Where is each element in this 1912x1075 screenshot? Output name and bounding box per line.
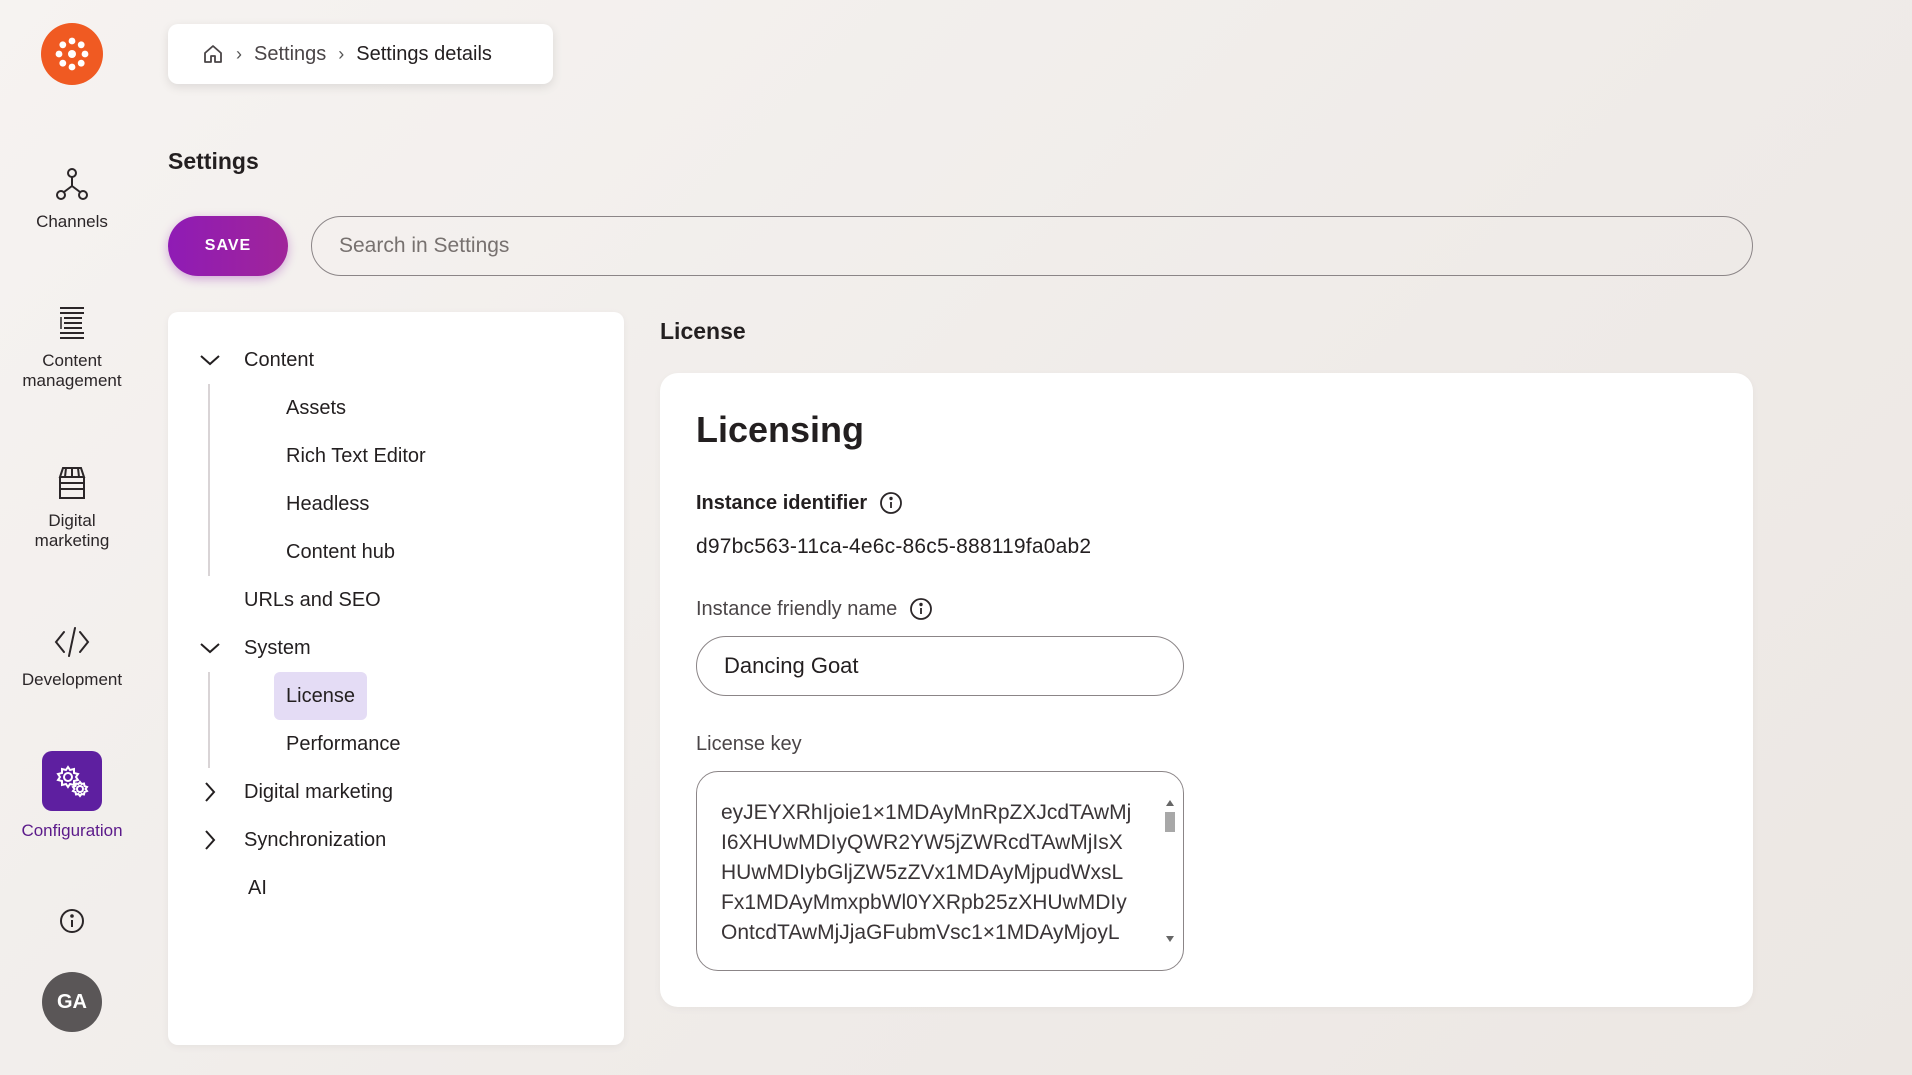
rail-item-configuration[interactable]: Configuration xyxy=(0,751,144,841)
section-title: License xyxy=(660,318,746,344)
rail-label-channels: Channels xyxy=(36,212,108,231)
chevron-right-icon xyxy=(198,828,222,852)
left-rail: Channels Content management Digital mark… xyxy=(0,0,144,1075)
page-title: Settings xyxy=(168,148,259,174)
tree-item-content-hub[interactable]: Content hub xyxy=(286,530,395,574)
chevron-right-icon xyxy=(198,780,222,804)
scroll-thumb[interactable] xyxy=(1165,812,1175,832)
chevron-right-icon: › xyxy=(338,43,345,64)
tree-item-assets[interactable]: Assets xyxy=(286,386,346,430)
instance-identifier-label-text: Instance identifier xyxy=(696,491,868,514)
info-icon[interactable] xyxy=(909,597,933,621)
card-title: Licensing xyxy=(696,409,865,450)
development-icon xyxy=(52,622,92,662)
breadcrumb: › Settings › Settings details xyxy=(168,24,553,84)
tree-label: Assets xyxy=(286,396,347,419)
search-input[interactable] xyxy=(311,216,1753,276)
settings-tree: Content Assets Rich Text Editor Headless… xyxy=(168,312,624,1045)
tree-item-rich-text-editor[interactable]: Rich Text Editor xyxy=(286,434,426,478)
rail-label-development: Development xyxy=(21,670,123,689)
rail-item-digital-marketing[interactable]: Digital marketing xyxy=(0,463,144,551)
scroll-down-icon[interactable] xyxy=(1166,936,1174,942)
info-icon[interactable] xyxy=(57,906,87,936)
licensing-card: Licensing Instance identifier d97bc563-1… xyxy=(660,373,1753,1007)
breadcrumb-item-current: Settings details xyxy=(356,42,492,65)
tree-item-urls-and-seo[interactable]: URLs and SEO xyxy=(244,578,381,622)
rail-label-digital-marketing: Digital marketing xyxy=(34,511,110,550)
tree-item-content[interactable]: Content xyxy=(198,338,314,382)
info-icon[interactable] xyxy=(879,491,903,515)
tree-item-synchronization[interactable]: Synchronization xyxy=(198,818,386,862)
content-management-icon xyxy=(52,303,92,343)
breadcrumb-item-settings[interactable]: Settings xyxy=(254,43,326,66)
rail-item-content-management[interactable]: Content management xyxy=(0,303,144,391)
home-icon[interactable] xyxy=(202,43,224,65)
tree-item-headless[interactable]: Headless xyxy=(286,482,369,526)
tree-label: Performance xyxy=(286,732,401,755)
tree-label: Content hub xyxy=(286,540,395,563)
tree-item-license[interactable]: License xyxy=(274,672,367,720)
tree-label: URLs and SEO xyxy=(244,588,381,611)
logo-mark-icon xyxy=(55,37,89,71)
tree-label: Digital marketing xyxy=(244,780,393,803)
kentico-logo[interactable] xyxy=(41,23,103,85)
channels-icon xyxy=(52,164,92,204)
license-key-value: eyJEYXRhIjoie1×1MDAyMnRpZXJcdTAwMj I6XHU… xyxy=(721,801,1132,944)
chevron-down-icon xyxy=(198,348,222,372)
tree-label: Content xyxy=(244,348,315,371)
license-key-label-text: License key xyxy=(696,733,802,755)
rail-item-development[interactable]: Development xyxy=(0,622,144,690)
tree-label: License xyxy=(286,684,355,707)
rail-label-content-management: Content management xyxy=(22,351,122,390)
tree-label: Rich Text Editor xyxy=(286,444,426,467)
tree-item-system[interactable]: System xyxy=(198,626,311,670)
tree-guide-line xyxy=(208,672,210,768)
tree-item-digital-marketing[interactable]: Digital marketing xyxy=(198,770,393,814)
friendly-name-label-text: Instance friendly name xyxy=(696,597,898,620)
chevron-down-icon xyxy=(198,636,222,660)
tree-label: System xyxy=(244,636,311,659)
rail-label-configuration: Configuration xyxy=(21,821,123,840)
avatar[interactable]: GA xyxy=(42,972,102,1032)
tree-label: AI xyxy=(248,876,267,899)
instance-identifier-value: d97bc563-11ca-4e6c-86c5-888119fa0ab2 xyxy=(696,535,1092,558)
tree-label: Headless xyxy=(286,492,370,515)
tree-label: Synchronization xyxy=(244,828,387,851)
tree-guide-line xyxy=(208,384,210,576)
save-button[interactable]: SAVE xyxy=(168,216,288,276)
license-key-label: License key xyxy=(696,733,802,756)
friendly-name-label: Instance friendly name xyxy=(696,597,933,621)
digital-marketing-icon xyxy=(52,463,92,503)
scroll-up-icon[interactable] xyxy=(1166,800,1174,806)
textarea-scrollbar[interactable] xyxy=(1163,796,1177,946)
license-key-textarea[interactable]: eyJEYXRhIjoie1×1MDAyMnRpZXJcdTAwMj I6XHU… xyxy=(696,771,1184,971)
tree-item-performance[interactable]: Performance xyxy=(286,722,401,766)
tree-item-ai[interactable]: AI xyxy=(248,866,267,910)
configuration-icon xyxy=(42,751,102,811)
rail-item-channels[interactable]: Channels xyxy=(0,164,144,232)
friendly-name-input[interactable] xyxy=(696,636,1184,696)
chevron-right-icon: › xyxy=(236,43,242,64)
instance-identifier-label: Instance identifier xyxy=(696,491,903,515)
